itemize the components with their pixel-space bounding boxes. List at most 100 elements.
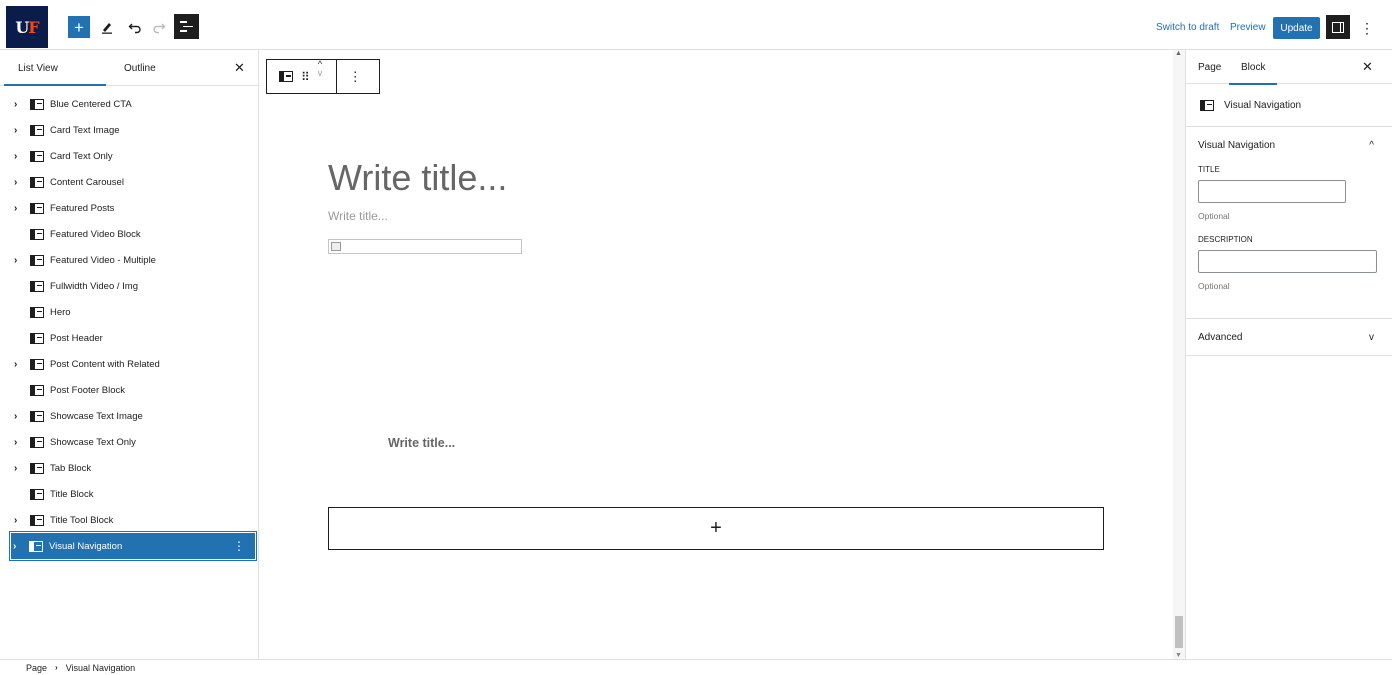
list-view-tabs: List View Outline ✕ — [0, 50, 258, 86]
list-view-item[interactable]: › Title Tool Block — [12, 507, 255, 533]
logo-text: UF — [15, 17, 39, 37]
block-icon — [30, 150, 44, 162]
pencil-icon — [102, 23, 112, 34]
more-options-icon[interactable]: ⋮ — [1360, 20, 1374, 37]
list-view-item[interactable]: Featured Video Block — [12, 221, 255, 247]
redo-button[interactable] — [148, 16, 170, 38]
title-field[interactable] — [1198, 180, 1346, 203]
panel-title: Visual Navigation — [1198, 139, 1276, 151]
block-card: Visual Navigation — [1186, 84, 1392, 127]
block-options-icon[interactable]: ⋮ — [337, 60, 373, 93]
list-view-item[interactable]: Post Header — [12, 325, 255, 351]
site-logo-button[interactable]: UF — [6, 6, 48, 48]
block-type-switcher[interactable] — [267, 60, 293, 93]
settings-toggle-button[interactable] — [1326, 15, 1350, 39]
list-view-item-label: Blue Centered CTA — [50, 98, 132, 110]
list-view-item[interactable]: › Card Text Image — [12, 117, 255, 143]
panel-toggle-visual-navigation[interactable]: Visual Navigation ^ — [1186, 127, 1392, 163]
chevron-right-icon[interactable]: › — [14, 515, 24, 526]
chevron-right-icon[interactable]: › — [14, 411, 24, 422]
close-icon[interactable]: ✕ — [234, 60, 245, 76]
update-button[interactable]: Update — [1273, 17, 1320, 39]
block-icon — [279, 71, 293, 82]
list-view-item-label: Tab Block — [50, 462, 92, 474]
breadcrumb-current[interactable]: Visual Navigation — [66, 663, 135, 673]
scroll-down-icon[interactable]: ▼ — [1175, 652, 1182, 659]
block-inserter-button[interactable]: + — [68, 16, 90, 38]
tab-block[interactable]: Block — [1228, 62, 1279, 85]
block-icon — [30, 462, 44, 474]
list-view-item[interactable]: › Featured Posts — [12, 195, 255, 221]
options-icon[interactable]: ⋮ — [233, 539, 245, 553]
add-block-appender[interactable]: + — [328, 507, 1104, 550]
block-icon — [30, 202, 44, 214]
canvas-scrollbar[interactable]: ▲ ▼ — [1173, 50, 1185, 659]
block-icon — [30, 280, 44, 292]
list-view-item[interactable]: › Content Carousel — [12, 169, 255, 195]
preview-link[interactable]: Preview — [1230, 22, 1266, 33]
breadcrumb-root[interactable]: Page — [26, 663, 47, 673]
sidebar-icon — [1332, 21, 1344, 33]
chevron-right-icon[interactable]: › — [13, 541, 23, 552]
chevron-right-icon[interactable]: › — [14, 99, 24, 110]
block-mover: ^ v — [318, 60, 323, 93]
list-view-item-label: Title Tool Block — [50, 514, 114, 526]
broken-image-icon — [331, 242, 341, 251]
block-icon — [30, 358, 44, 370]
block-icon — [30, 410, 44, 422]
switch-to-draft-link[interactable]: Switch to draft — [1156, 22, 1219, 33]
chevron-right-icon[interactable]: › — [14, 125, 24, 136]
list-view-panel: List View Outline ✕ › Blue Centered CTA › C… — [0, 50, 259, 659]
scrollbar-thumb[interactable] — [1175, 616, 1183, 648]
block-card-title: Visual Navigation — [1224, 99, 1302, 111]
block-toolbar: ⠿ ^ v ⋮ — [266, 59, 380, 94]
settings-tabs: Page Block ✕ — [1186, 50, 1392, 85]
scroll-up-icon[interactable]: ▲ — [1175, 50, 1182, 57]
advanced-title: Advanced — [1198, 331, 1243, 343]
chevron-right-icon[interactable]: › — [14, 359, 24, 370]
tab-page[interactable]: Page — [1198, 62, 1221, 73]
tab-outline[interactable]: Outline — [124, 63, 156, 74]
chevron-down-icon: v — [1369, 331, 1374, 343]
list-view-icon-line — [183, 25, 193, 28]
list-view-item[interactable]: › Visual Navigation ⋮ — [9, 531, 257, 561]
chevron-up-icon: ^ — [1369, 139, 1374, 151]
list-view-item[interactable]: › Post Content with Related — [12, 351, 255, 377]
list-view-item[interactable]: › Card Text Only — [12, 143, 255, 169]
list-view-item[interactable]: › Showcase Text Only — [12, 429, 255, 455]
list-view-item[interactable]: › Blue Centered CTA — [12, 91, 255, 117]
block-icon — [1200, 99, 1214, 111]
title-placeholder-large[interactable]: Write title... — [328, 157, 507, 199]
list-view-item-label: Post Content with Related — [50, 358, 160, 370]
chevron-right-icon[interactable]: › — [14, 255, 24, 266]
list-view-item-label: Title Block — [50, 488, 94, 500]
block-icon — [30, 488, 44, 500]
list-view-item[interactable]: › Showcase Text Image — [12, 403, 255, 429]
list-view-toggle[interactable] — [174, 14, 199, 39]
tab-list-view[interactable]: List View — [4, 63, 106, 86]
panel-toggle-advanced[interactable]: Advanced v — [1186, 319, 1392, 355]
list-view-item[interactable]: Title Block — [12, 481, 255, 507]
chevron-right-icon[interactable]: › — [14, 203, 24, 214]
tools-button[interactable] — [96, 16, 118, 38]
plus-icon: + — [74, 17, 84, 37]
move-down-icon[interactable]: v — [318, 69, 323, 78]
chevron-right-icon[interactable]: › — [14, 437, 24, 448]
chevron-right-icon[interactable]: › — [14, 151, 24, 162]
undo-button[interactable] — [124, 16, 146, 38]
list-view-item-label: Content Carousel — [50, 176, 124, 188]
list-view-item[interactable]: › Tab Block — [12, 455, 255, 481]
close-icon[interactable]: ✕ — [1362, 59, 1373, 75]
title-placeholder-small[interactable]: Write title... — [328, 209, 388, 223]
redo-icon — [153, 23, 166, 34]
list-view-item[interactable]: › Featured Video - Multiple — [12, 247, 255, 273]
chevron-right-icon[interactable]: › — [14, 463, 24, 474]
drag-handle-icon[interactable]: ⠿ — [301, 60, 310, 93]
list-view-item[interactable]: Hero — [12, 299, 255, 325]
description-help-text: Optional — [1198, 281, 1230, 291]
title-placeholder-mid[interactable]: Write title... — [388, 436, 455, 450]
list-view-item[interactable]: Fullwidth Video / Img — [12, 273, 255, 299]
description-field[interactable] — [1198, 250, 1377, 273]
chevron-right-icon[interactable]: › — [14, 177, 24, 188]
list-view-item[interactable]: Post Footer Block — [12, 377, 255, 403]
